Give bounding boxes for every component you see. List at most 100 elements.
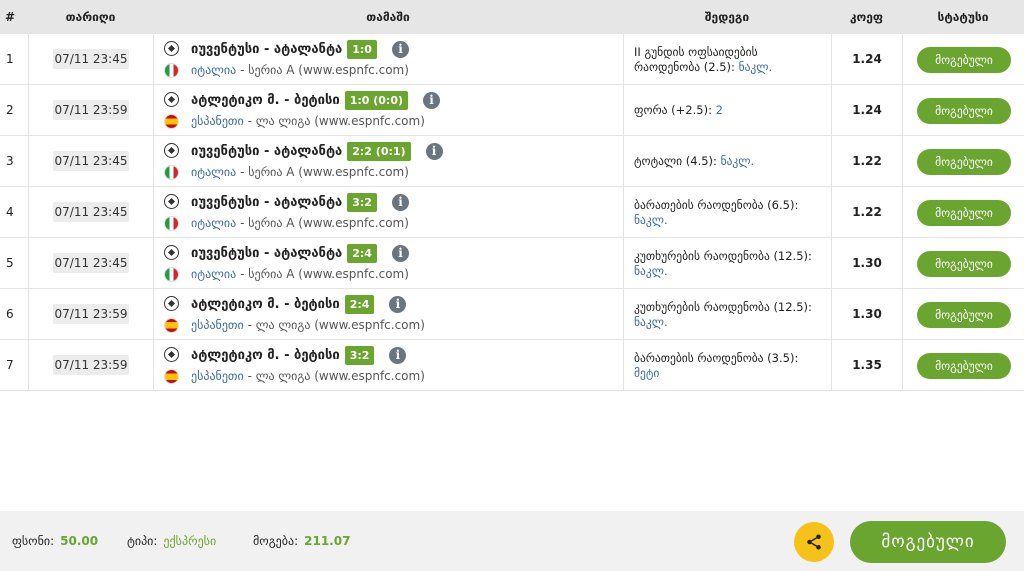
status-cell: მოგებული	[902, 238, 1024, 289]
league-name: - სერია A (www.espnfc.com)	[240, 267, 409, 281]
bet-market: ფორა (+2.5):	[634, 103, 712, 117]
match-date: 07/11 23:45	[53, 49, 129, 69]
info-icon[interactable]: i	[425, 143, 443, 160]
bet-cell: ფორა (+2.5): 2	[623, 85, 831, 136]
bet-selection: ნაკლ.	[634, 314, 668, 329]
match-teams: ატლეტიკო მ. - ბეტისი 1:0 (0:0) i	[191, 91, 441, 110]
bet-selection: ნაკლ.	[634, 212, 668, 227]
bet-market: კუთხურების რაოდენობა (12.5):	[634, 248, 812, 263]
score-badge: 2:4	[344, 295, 375, 314]
table-row: 3 07/11 23:45 იუვენტუსი - ატალანტა 2:2 (0…	[0, 136, 1024, 187]
status-badge: მოგებული	[917, 200, 1011, 226]
bet-market: ტოტალი (4.5):	[634, 154, 717, 168]
bet-description: ბარათების რაოდენობა (6.5): ნაკლ.	[634, 187, 825, 238]
bet-status-button[interactable]: მოგებული	[850, 521, 1006, 563]
status-cell: მოგებული	[902, 34, 1024, 85]
match-date: 07/11 23:45	[53, 202, 129, 222]
bet-cell: კუთხურების რაოდენობა (12.5): ნაკლ.	[623, 289, 831, 340]
country-flag-icon	[164, 165, 179, 180]
coefficient: 1.24	[831, 34, 902, 85]
status-badge: მოგებული	[917, 47, 1011, 73]
soccer-ball-icon	[164, 92, 179, 107]
status-cell: მოგებული	[902, 85, 1024, 136]
type-value: ექსპრესი	[163, 534, 217, 548]
win-value: 211.07	[304, 534, 351, 548]
header-bet: შედეგი	[704, 10, 750, 24]
header-coef: კოეფ	[849, 10, 884, 24]
match-teams: ატლეტიკო მ. - ბეტისი 2:4 i	[191, 295, 407, 314]
match-date: 07/11 23:59	[53, 304, 129, 324]
league-name: - ლა ლიგა (www.espnfc.com)	[247, 369, 425, 383]
score-badge: 1:0	[347, 40, 377, 59]
coefficient: 1.30	[831, 238, 902, 289]
win-summary: მოგება: 211.07	[253, 511, 350, 571]
match-teams: იუვენტუსი - ატალანტა 2:4 i	[191, 244, 409, 263]
soccer-ball-icon	[164, 41, 179, 56]
game-cell: იუვენტუსი - ატალანტა 1:0 i იტალია - სერია …	[153, 34, 623, 85]
score-badge: 3:2	[347, 193, 377, 212]
bet-description: კუთხურების რაოდენობა (12.5): ნაკლ.	[634, 289, 825, 340]
stake-value: 50.00	[60, 534, 99, 548]
soccer-ball-icon	[164, 194, 179, 209]
match-date: 07/11 23:59	[53, 100, 129, 120]
info-icon[interactable]: i	[391, 194, 409, 211]
bet-cell: კუთხურების რაოდენობა (12.5): ნაკლ.	[623, 238, 831, 289]
date-cell: 07/11 23:45	[28, 238, 153, 289]
score-badge: 2:4	[347, 244, 377, 263]
info-icon[interactable]: i	[389, 296, 407, 313]
league-info: ესპანეთი - ლა ლიგა (www.espnfc.com)	[191, 318, 425, 332]
info-icon[interactable]: i	[389, 347, 407, 364]
teams-label: ატლეტიკო მ. - ბეტისი	[191, 93, 340, 108]
type-label: ტიპი:	[127, 534, 158, 548]
match-teams: იუვენტუსი - ატალანტა 1:0 i	[191, 40, 409, 59]
game-cell: ატლეტიკო მ. - ბეტისი 3:2 i ესპანეთი - ლა ლ…	[153, 340, 623, 391]
bet-cell: ბარათების რაოდენობა (6.5): ნაკლ.	[623, 187, 831, 238]
country-flag-icon	[164, 63, 179, 78]
soccer-ball-icon	[164, 143, 179, 158]
date-cell: 07/11 23:59	[28, 340, 153, 391]
bet-summary-footer: ფსონი: 50.00 ტიპი: ექსპრესი მოგება: 211.07 …	[0, 511, 1024, 571]
table-row: 4 07/11 23:45 იუვენტუსი - ატალანტა 3:2 i ი…	[0, 187, 1024, 238]
status-cell: მოგებული	[902, 187, 1024, 238]
coefficient: 1.35	[831, 340, 902, 391]
row-number: 5	[6, 256, 14, 270]
game-cell: იუვენტუსი - ატალანტა 2:2 (0:1) i იტალია - …	[153, 136, 623, 187]
teams-label: ატლეტიკო მ. - ბეტისი	[191, 297, 340, 312]
table-row: 5 07/11 23:45 იუვენტუსი - ატალანტა 2:4 i ი…	[0, 238, 1024, 289]
row-number: 4	[6, 205, 14, 219]
teams-label: იუვენტუსი - ატალანტა	[191, 144, 343, 159]
bet-market: ბარათების რაოდენობა (6.5):	[634, 197, 799, 212]
score-badge: 2:2 (0:1)	[347, 142, 411, 161]
match-date: 07/11 23:59	[53, 355, 129, 375]
country-name: იტალია	[191, 216, 237, 230]
country-flag-icon	[164, 216, 179, 231]
coefficient: 1.24	[831, 85, 902, 136]
share-button[interactable]	[794, 522, 834, 562]
table-header: # თარიღი თამაში შედეგი კოეფ სტატუსი	[0, 0, 1024, 34]
header-num: #	[4, 10, 16, 24]
game-cell: ატლეტიკო მ. - ბეტისი 2:4 i ესპანეთი - ლა ლ…	[153, 289, 623, 340]
soccer-ball-icon	[164, 296, 179, 311]
bet-description: II გუნდის ოფსაიდების რაოდენობა (2.5): ნა…	[634, 34, 825, 85]
score-badge: 1:0 (0:0)	[344, 91, 409, 110]
league-name: - სერია A (www.espnfc.com)	[240, 63, 409, 77]
bet-selection: მეტი	[634, 365, 660, 380]
teams-label: იუვენტუსი - ატალანტა	[191, 246, 343, 261]
bet-selection: ნაკლ.	[720, 154, 755, 168]
info-icon[interactable]: i	[391, 41, 409, 58]
info-icon[interactable]: i	[391, 245, 409, 262]
league-name: - სერია A (www.espnfc.com)	[240, 165, 409, 179]
league-info: იტალია - სერია A (www.espnfc.com)	[191, 267, 409, 281]
match-date: 07/11 23:45	[53, 253, 129, 273]
table-row: 1 07/11 23:45 იუვენტუსი - ატალანტა 1:0 i ი…	[0, 34, 1024, 85]
match-teams: იუვენტუსი - ატალანტა 2:2 (0:1) i	[191, 142, 443, 161]
win-label: მოგება:	[253, 534, 299, 548]
coefficient: 1.30	[831, 289, 902, 340]
league-info: იტალია - სერია A (www.espnfc.com)	[191, 216, 409, 230]
league-info: ესპანეთი - ლა ლიგა (www.espnfc.com)	[191, 369, 425, 383]
score-badge: 3:2	[344, 346, 375, 365]
info-icon[interactable]: i	[423, 92, 441, 109]
bet-selection: ნაკლ.	[634, 263, 668, 278]
league-name: - ლა ლიგა (www.espnfc.com)	[247, 114, 425, 128]
teams-label: იუვენტუსი - ატალანტა	[191, 195, 343, 210]
